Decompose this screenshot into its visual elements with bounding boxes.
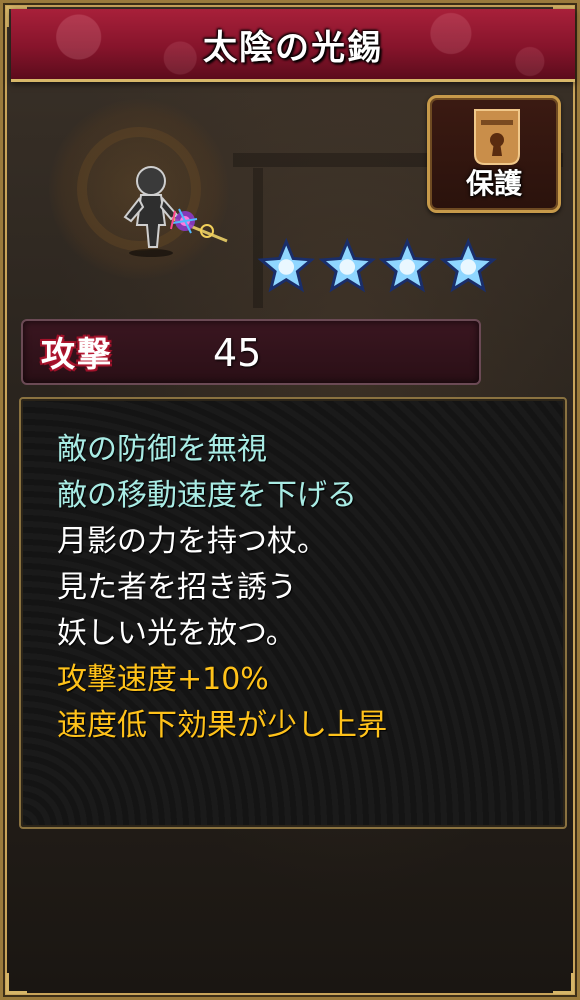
- flavor-line: 妖しい光を放つ。: [57, 616, 296, 651]
- item-detail-card: 太陰の光錫 保護 攻撃 45 敵の防御を無視 敵の移動速度を下げる 月影の力を持…: [0, 0, 580, 1000]
- protect-button-label: 保護: [465, 167, 522, 200]
- flavor-line: 見た者を招き誘う: [57, 570, 297, 605]
- lock-icon: [474, 109, 520, 165]
- character-with-staff-sprite: [123, 166, 228, 257]
- attack-stat-box: 攻撃 45: [21, 319, 481, 385]
- attack-stat-value: 45: [213, 331, 262, 375]
- rarity-stars: [257, 235, 497, 305]
- star-icon: [378, 237, 436, 293]
- star-icon: [439, 237, 497, 293]
- attack-stat-label: 攻撃: [41, 335, 113, 375]
- effect-line: 敵の移動速度を下げる: [57, 478, 357, 513]
- flavor-line: 月影の力を持つ杖。: [57, 524, 327, 559]
- corner-ornament: [6, 973, 27, 994]
- item-name: 太陰の光錫: [203, 27, 383, 68]
- star-icon: [318, 237, 376, 293]
- bonus-line: 速度低下効果が少し上昇: [57, 708, 387, 743]
- effect-line: 敵の防御を無視: [57, 432, 267, 467]
- protect-button[interactable]: 保護: [427, 95, 561, 213]
- corner-ornament: [553, 973, 574, 994]
- title-bar: 太陰の光錫: [11, 9, 575, 82]
- star-icon: [257, 237, 315, 293]
- description-panel: 敵の防御を無視 敵の移動速度を下げる 月影の力を持つ杖。 見た者を招き誘う 妖し…: [19, 397, 567, 829]
- bonus-line: 攻撃速度+10%: [57, 662, 269, 697]
